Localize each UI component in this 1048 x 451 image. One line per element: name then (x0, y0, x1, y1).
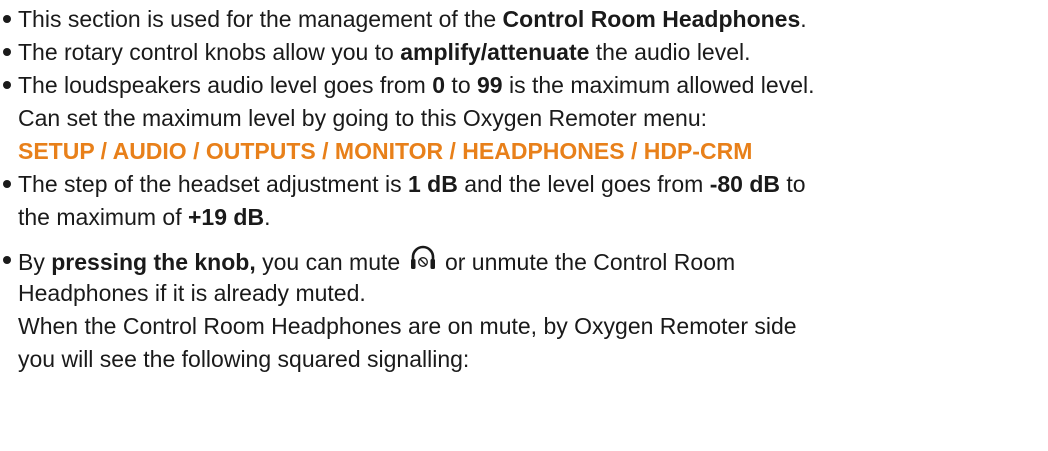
text-line: This section is used for the management … (18, 3, 1048, 36)
bold-text: +19 dB (188, 204, 265, 230)
bullet-item: The loudspeakers audio level goes from 0… (0, 69, 1048, 168)
text: the maximum of (18, 204, 188, 230)
text-line: When the Control Room Headphones are on … (18, 310, 1048, 343)
text-line: The step of the headset adjustment is 1 … (18, 168, 1048, 201)
bullet-dot-icon (3, 15, 11, 23)
text: Can set the maximum level by going to th… (18, 105, 708, 131)
text: The rotary control knobs allow you to (18, 39, 401, 65)
text: This section is used for the management … (18, 6, 503, 32)
text-line: SETUP / AUDIO / OUTPUTS / MONITOR / HEAD… (18, 135, 1048, 168)
text: The loudspeakers audio level goes from (18, 72, 433, 98)
headphones-mute-icon (409, 244, 437, 272)
text: . (264, 204, 271, 230)
bullet-dot-icon (3, 180, 11, 188)
bold-text: Control Room Headphones (502, 6, 801, 32)
bold-text: 0 (432, 72, 446, 98)
document-page: This section is used for the management … (0, 0, 1048, 451)
text: By (18, 249, 52, 275)
text: or unmute the Control Room (438, 249, 736, 275)
text: you will see the following squared signa… (18, 346, 470, 372)
bullet-item: By pressing the knob, you can mute or un… (0, 244, 1048, 376)
text: to (445, 72, 478, 98)
bullet-item: The step of the headset adjustment is 1 … (0, 168, 1048, 234)
bullet-dot-icon (3, 48, 11, 56)
text-line: Headphones if it is already muted. (18, 277, 1048, 310)
text: When the Control Room Headphones are on … (18, 313, 797, 339)
menu-path: SETUP / AUDIO / OUTPUTS / MONITOR / HEAD… (18, 138, 753, 164)
text: the audio level. (589, 39, 751, 65)
bullet-item: This section is used for the management … (0, 3, 1048, 36)
text-line: Can set the maximum level by going to th… (18, 102, 1048, 135)
text: . (800, 6, 807, 32)
bold-text: pressing the knob, (51, 249, 256, 275)
text-line: By pressing the knob, you can mute or un… (18, 244, 1048, 277)
text-line: the maximum of +19 dB. (18, 201, 1048, 234)
bold-text: 1 dB (407, 171, 458, 197)
bullet-dot-icon (3, 81, 11, 89)
bold-text: -80 dB (709, 171, 780, 197)
text-line: The loudspeakers audio level goes from 0… (18, 69, 1048, 102)
bullet-item: The rotary control knobs allow you to am… (0, 36, 1048, 69)
text: is the maximum allowed level. (502, 72, 815, 98)
bold-text: amplify/attenuate (400, 39, 590, 65)
text: to (779, 171, 806, 197)
text-line: you will see the following squared signa… (18, 343, 1048, 376)
text: you can mute (255, 249, 407, 275)
text: The step of the headset adjustment is (18, 171, 408, 197)
text-line: The rotary control knobs allow you to am… (18, 36, 1048, 69)
bold-text: 99 (477, 72, 503, 98)
text: and the level goes from (457, 171, 710, 197)
text: Headphones if it is already muted. (18, 280, 366, 306)
bullet-dot-icon (3, 256, 11, 264)
